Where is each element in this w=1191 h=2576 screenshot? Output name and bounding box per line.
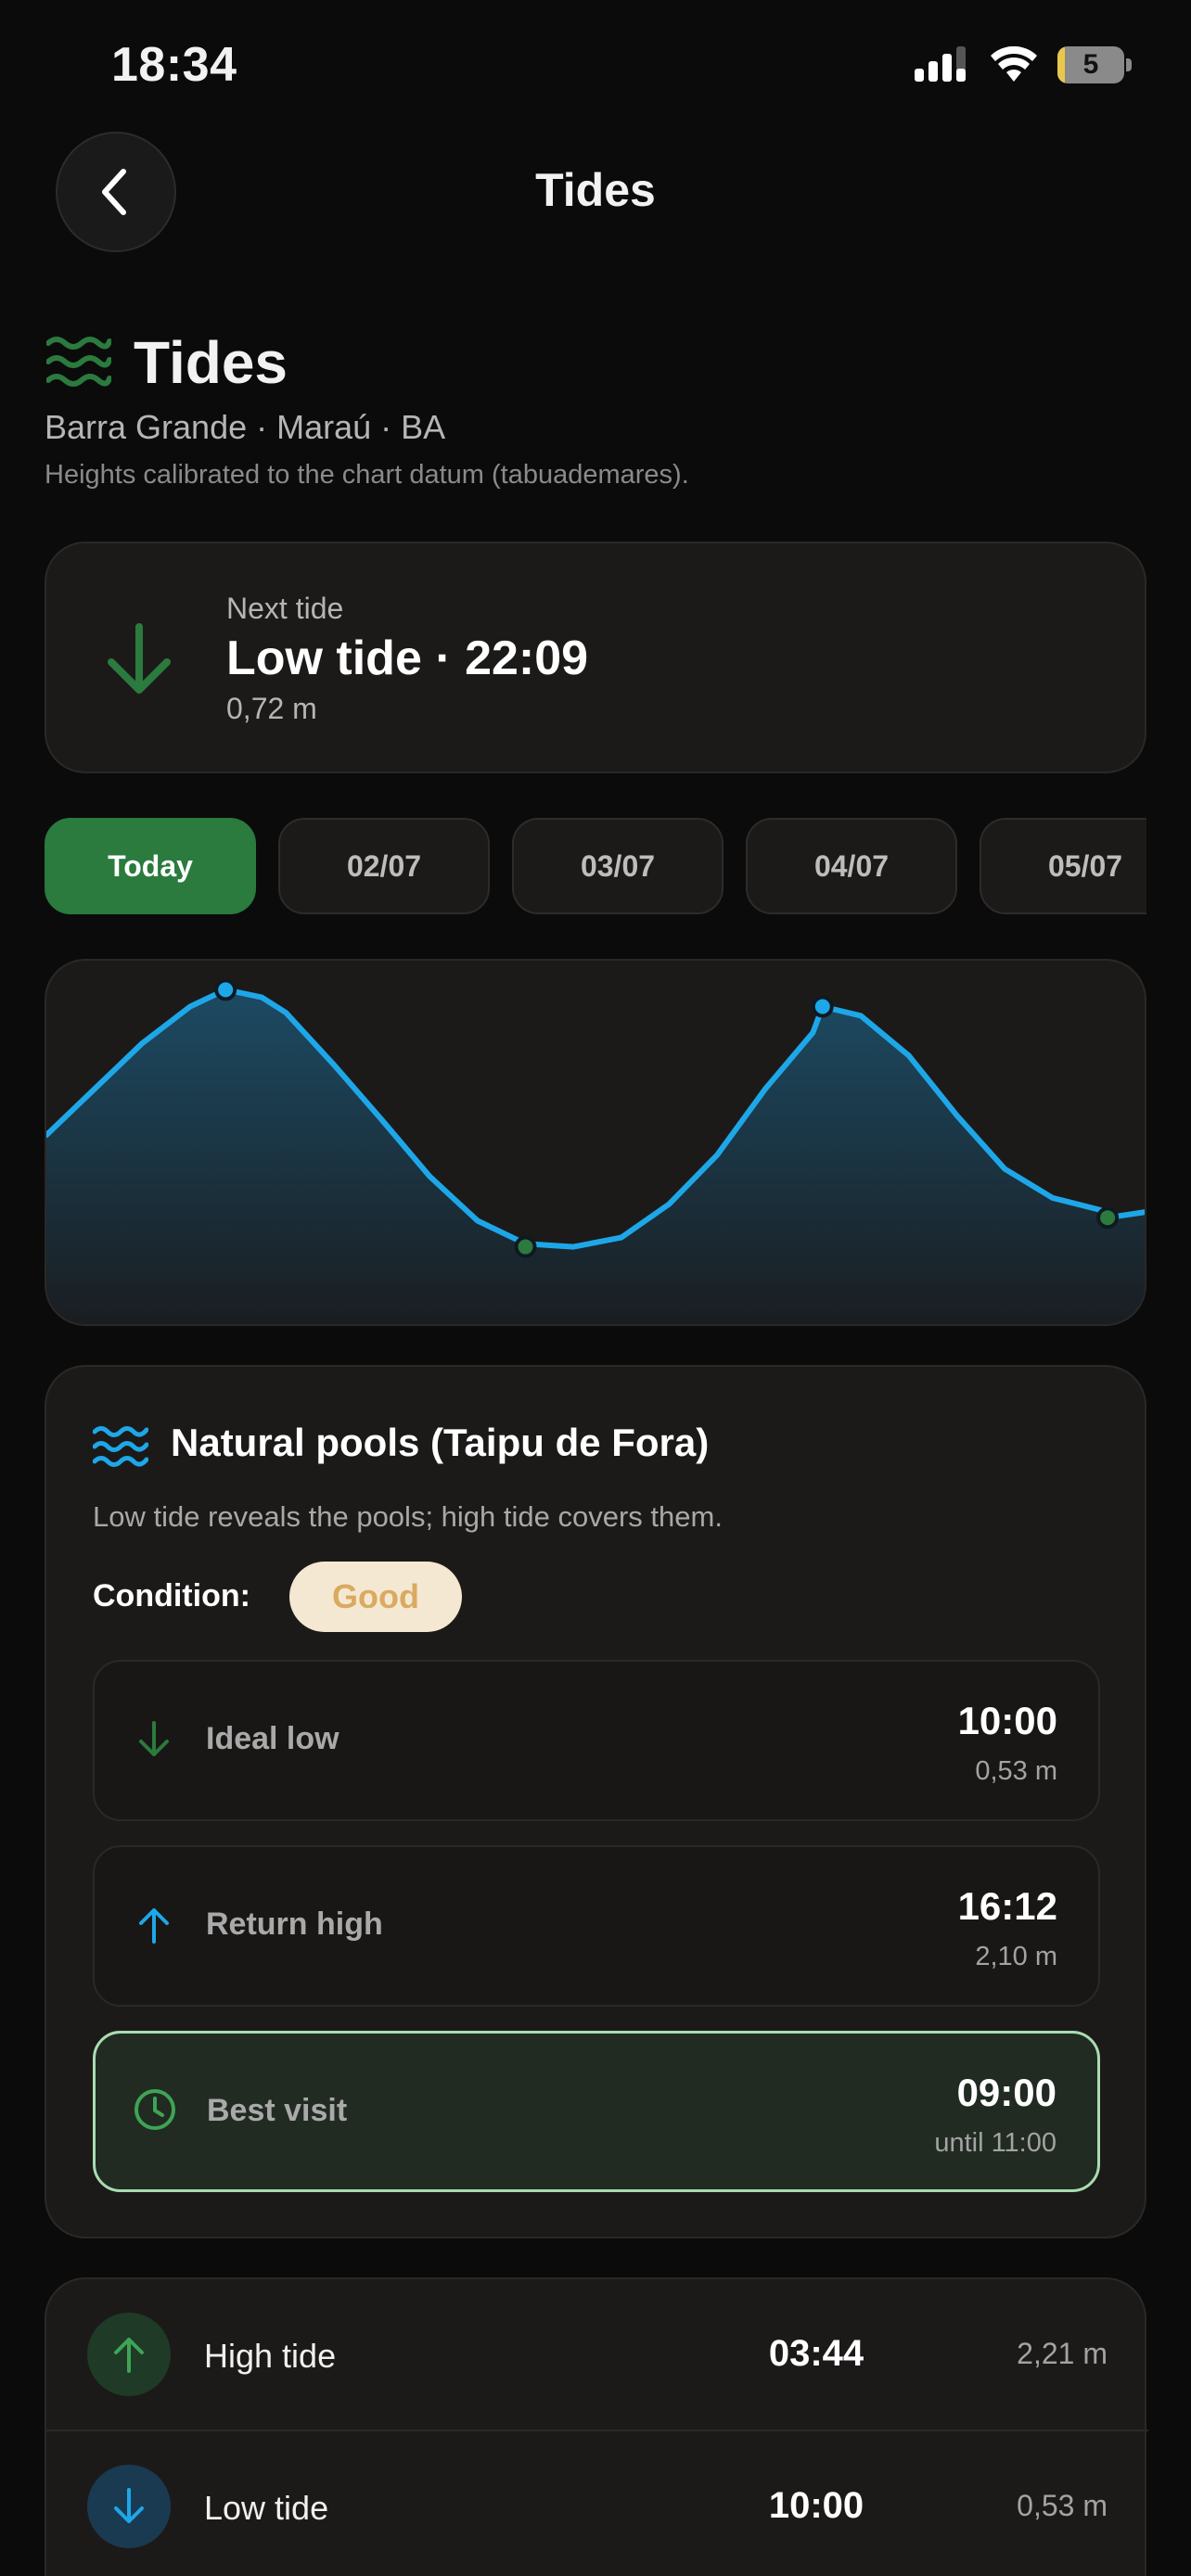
waves-icon — [93, 1426, 148, 1467]
tab-03-07[interactable]: 03/07 — [512, 818, 724, 914]
tab-05-07[interactable]: 05/07 — [980, 818, 1146, 914]
arrow-down-icon — [114, 2488, 144, 2523]
tide-height: 0,53 m — [1017, 2489, 1108, 2522]
next-tide-title: Low tide · 22:09 — [226, 631, 589, 685]
tide-chart — [46, 978, 1145, 1324]
row-time: 09:00 — [956, 2071, 1057, 2114]
arrow-down-icon — [139, 1721, 169, 1756]
condition-label: Condition: — [93, 1578, 250, 1613]
pools-description: Low tide reveals the pools; high tide co… — [93, 1500, 723, 1533]
tab-02-07[interactable]: 02/07 — [278, 818, 490, 914]
row-time: 10:00 — [957, 1699, 1057, 1742]
pools-title: Natural pools (Taipu de Fora) — [171, 1421, 710, 1464]
row-time: 16:12 — [957, 1884, 1057, 1928]
signal-icon — [915, 46, 966, 82]
high-tide-marker — [811, 995, 834, 1018]
battery-level-text: 5 — [1082, 49, 1099, 80]
datum-note: Heights calibrated to the chart datum (t… — [45, 460, 689, 490]
tide-time: 03:44 — [768, 2333, 864, 2374]
tide-time: 10:00 — [768, 2485, 864, 2526]
tide-chart-card — [45, 959, 1146, 1326]
page-title: Tides — [134, 329, 288, 396]
row-height: 2,10 m — [975, 1942, 1057, 1971]
row-label: Return high — [206, 1906, 383, 1942]
low-tide-marker — [514, 1235, 537, 1258]
return-high-row: Return high 16:12 2,10 m — [93, 1845, 1100, 2007]
day-tabs: Today 02/07 03/07 04/07 05/07 — [45, 818, 1146, 914]
low-tide-badge — [87, 2465, 171, 2548]
list-item[interactable]: Low tide 10:00 0,53 m — [46, 2429, 1148, 2576]
ideal-low-row: Ideal low 10:00 0,53 m — [93, 1660, 1100, 1821]
tide-type: High tide — [204, 2337, 337, 2375]
battery-icon: 5 — [1057, 46, 1132, 83]
list-item[interactable]: High tide 03:44 2,21 m — [46, 2279, 1148, 2429]
high-tide-badge — [87, 2313, 171, 2396]
wifi-icon — [991, 46, 1037, 82]
row-label: Ideal low — [206, 1721, 339, 1756]
tide-height: 2,21 m — [1017, 2337, 1108, 2370]
clock-icon — [134, 2089, 175, 2130]
tide-type: Low tide — [204, 2489, 329, 2527]
best-visit-row: Best visit 09:00 until 11:00 — [93, 2031, 1100, 2192]
header-title: Tides — [535, 164, 656, 216]
arrow-up-icon — [139, 1908, 169, 1944]
tab-today[interactable]: Today — [45, 818, 256, 914]
low-tide-marker — [1096, 1206, 1120, 1230]
status-time: 18:34 — [111, 38, 237, 92]
row-height: 0,53 m — [975, 1756, 1057, 1786]
location-text: Barra Grande · Maraú · BA — [45, 408, 446, 446]
status-icons: 5 — [915, 46, 1132, 83]
high-tide-marker — [214, 978, 237, 1001]
condition-badge: Good — [289, 1562, 462, 1632]
waves-icon — [46, 337, 111, 387]
next-tide-height: 0,72 m — [226, 692, 317, 725]
arrow-down-icon — [108, 623, 171, 694]
row-label: Best visit — [207, 2093, 348, 2128]
tab-04-07[interactable]: 04/07 — [746, 818, 957, 914]
status-bar: 18:34 5 — [0, 0, 1191, 130]
tide-list: High tide 03:44 2,21 m Low tide 10:00 0,… — [45, 2277, 1148, 2576]
next-tide-label: Next tide — [226, 592, 344, 625]
tide-area — [46, 989, 1145, 1324]
row-until: until 11:00 — [934, 2128, 1057, 2158]
natural-pools-card: Natural pools (Taipu de Fora) Low tide r… — [45, 1365, 1146, 2238]
arrow-up-icon — [114, 2338, 144, 2373]
next-tide-card: Next tide Low tide · 22:09 0,72 m — [45, 542, 1146, 773]
